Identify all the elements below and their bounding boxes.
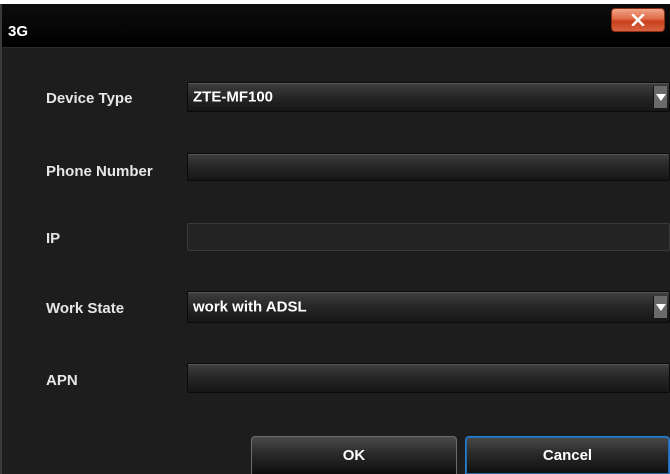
chevron-down-icon xyxy=(655,303,666,311)
dropdown-arrow-button[interactable] xyxy=(653,86,667,108)
dropdown-arrow-button[interactable] xyxy=(653,296,667,318)
work-state-label: Work State xyxy=(46,300,125,317)
phone-number-label: Phone Number xyxy=(46,163,153,180)
ip-label: IP xyxy=(46,230,61,247)
apn-field[interactable] xyxy=(187,363,670,393)
apn-label: APN xyxy=(46,372,78,389)
device-type-value: ZTE-MF100 xyxy=(193,88,274,106)
device-type-dropdown[interactable]: ZTE-MF100 xyxy=(187,82,670,112)
cancel-button[interactable]: Cancel xyxy=(465,436,670,474)
chevron-down-icon xyxy=(655,93,666,101)
close-x-icon xyxy=(631,14,645,26)
work-state-value: work with ADSL xyxy=(193,298,307,316)
device-type-label: Device Type xyxy=(46,90,133,107)
dialog-title: 3G xyxy=(8,23,29,40)
ip-field[interactable] xyxy=(187,223,670,251)
3g-dialog: 3G Device Type ZTE-MF100 Phone Number IP… xyxy=(0,4,670,474)
title-bar: 3G xyxy=(2,4,670,48)
ok-button[interactable]: OK xyxy=(251,436,457,474)
phone-number-field[interactable] xyxy=(187,153,670,181)
close-button[interactable] xyxy=(611,8,665,32)
work-state-dropdown[interactable]: work with ADSL xyxy=(187,291,670,323)
